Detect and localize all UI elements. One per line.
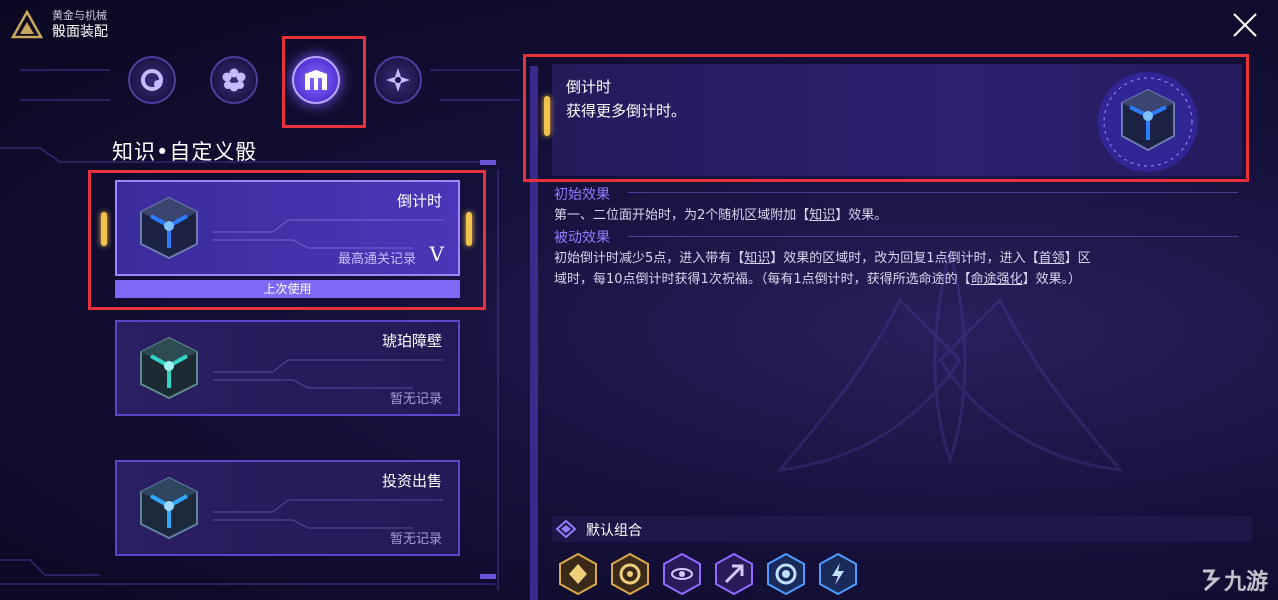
cube-dice-icon xyxy=(140,336,198,400)
combo-item-3[interactable] xyxy=(660,552,704,596)
record-label: 暂无记录 xyxy=(389,392,442,407)
keyword-knowledge: 知识 xyxy=(809,208,836,223)
golden-triangle-logo-icon xyxy=(10,9,44,39)
passive-effect-text: 初始倒计时减少5点，进入带有【知识】效果的区域时，改为回复1点倒计时，进入【首领… xyxy=(554,248,1244,290)
circuit-lines xyxy=(213,359,443,389)
record-label: 暂无记录 xyxy=(389,532,442,547)
watermark-logo-icon xyxy=(1202,569,1221,592)
header-title: 骰面装配 xyxy=(52,24,108,40)
section-title: 知识•自定义骰 xyxy=(112,140,258,164)
text-fragment: 】效果。 xyxy=(835,208,888,223)
passive-effect-title: 被动效果 xyxy=(554,230,610,246)
keyword-boss: 首领 xyxy=(1038,251,1065,266)
circle-gear-icon xyxy=(141,69,163,91)
combo-item-1[interactable] xyxy=(556,552,600,596)
detail-highlight xyxy=(523,54,1249,182)
selected-card-highlight xyxy=(88,170,486,310)
tab-star[interactable] xyxy=(374,56,422,104)
watermark-text: 九游 xyxy=(1223,570,1268,595)
keyword-knowledge: 知识 xyxy=(744,251,771,266)
default-combo-bar xyxy=(552,516,1252,542)
combo-item-6[interactable] xyxy=(816,552,860,596)
dice-card-investment-sale[interactable]: 投资出售 暂无记录 xyxy=(115,460,460,556)
divider xyxy=(628,192,1238,193)
initial-effect-text: 第一、二位面开始时，为2个随机区域附加【知识】效果。 xyxy=(554,205,1244,226)
default-combo-list xyxy=(556,552,860,596)
dice-name: 投资出售 xyxy=(381,472,442,490)
circuit-lines xyxy=(213,499,443,529)
gold-diamond-icon xyxy=(559,552,597,596)
keyword-path-boost: 命途强化 xyxy=(970,272,1023,287)
purple-arrow-icon xyxy=(715,552,753,596)
close-icon[interactable] xyxy=(1230,10,1260,40)
default-combo-label: 默认组合 xyxy=(586,523,642,539)
gold-swirl-icon xyxy=(611,552,649,596)
text-fragment: 】效果的区域时，改为回复1点倒计时，进入【 xyxy=(770,251,1039,266)
tab-flower[interactable] xyxy=(210,56,258,104)
active-tab-highlight xyxy=(282,36,366,128)
text-fragment: 域时，每10点倒计时获得1次祝福。（每有1点倒计时，获得所选命途的【 xyxy=(554,272,971,287)
star-icon xyxy=(386,68,410,92)
initial-effect-title: 初始效果 xyxy=(554,187,610,203)
category-tabs xyxy=(128,56,422,104)
cube-dice-icon xyxy=(140,476,198,540)
blue-lightning-icon xyxy=(819,552,857,596)
divider xyxy=(628,236,1238,237)
watermark: 九游 xyxy=(1199,564,1268,596)
header-subtitle: 黄金与机械 xyxy=(52,9,107,22)
dice-card-amber-barrier[interactable]: 琥珀障壁 暂无记录 xyxy=(115,320,460,416)
text-fragment: 】效果。） xyxy=(1022,272,1082,287)
blue-flower-icon xyxy=(767,552,805,596)
dice-name: 琥珀障壁 xyxy=(381,332,442,350)
combo-item-2[interactable] xyxy=(608,552,652,596)
text-fragment: 第一、二位面开始时，为2个随机区域附加【 xyxy=(554,208,810,223)
combo-item-4[interactable] xyxy=(712,552,756,596)
layers-icon xyxy=(556,520,576,538)
flower-icon xyxy=(222,68,246,92)
purple-eye-icon xyxy=(663,552,701,596)
combo-item-5[interactable] xyxy=(764,552,808,596)
tab-circle-gear[interactable] xyxy=(128,56,176,104)
text-fragment: 】区 xyxy=(1064,251,1091,266)
top-header: 黄金与机械 骰面装配 xyxy=(10,8,108,42)
text-fragment: 初始倒计时减少5点，进入带有【 xyxy=(554,251,745,266)
